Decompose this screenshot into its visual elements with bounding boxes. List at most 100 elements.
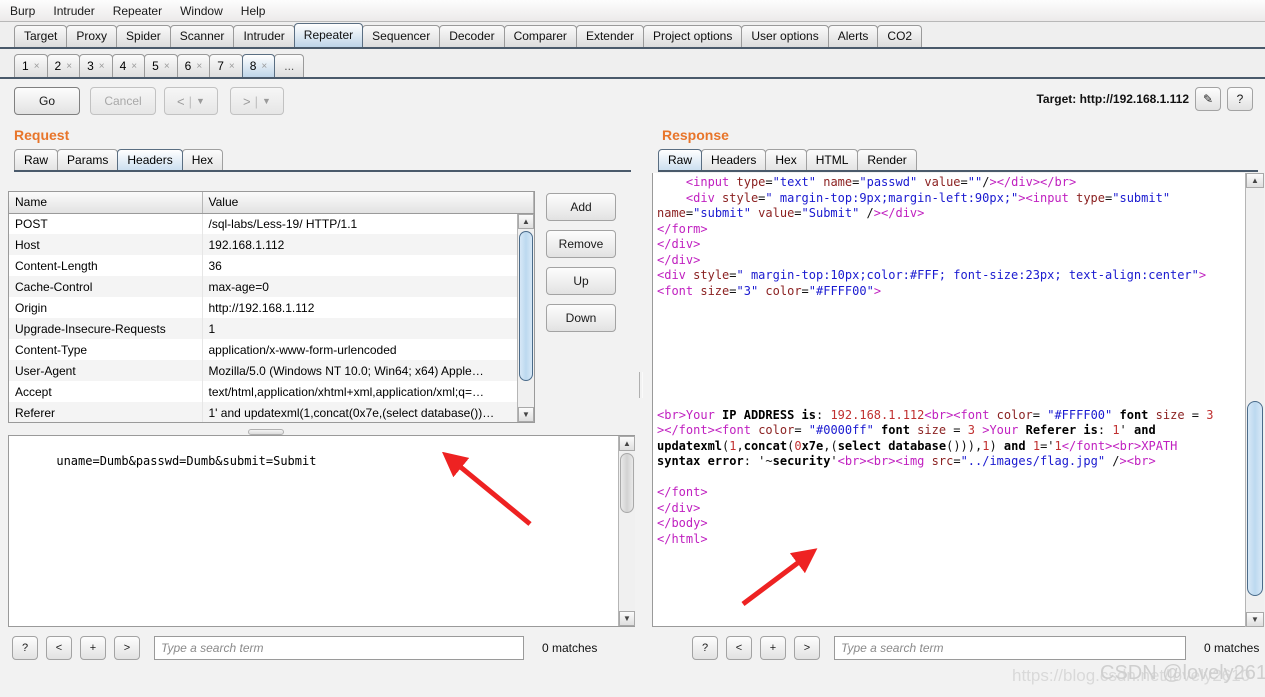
column-header-value[interactable]: Value xyxy=(202,192,534,214)
table-row[interactable]: Content-Length 36 xyxy=(9,255,534,276)
scrollbar-thumb[interactable] xyxy=(1247,401,1263,596)
response-search-prev-button[interactable]: < xyxy=(726,636,752,660)
repeater-tab-2[interactable]: 2 × xyxy=(46,54,81,77)
response-tab-headers[interactable]: Headers xyxy=(701,149,767,170)
response-body-viewer[interactable]: <input type="text" name="passwd" value="… xyxy=(652,173,1264,627)
scroll-up-icon[interactable]: ▲ xyxy=(619,436,635,451)
scrollbar-thumb[interactable] xyxy=(519,231,533,381)
tab-extender[interactable]: Extender xyxy=(575,25,644,47)
request-body-editor[interactable]: uname=Dumb&passwd=Dumb&submit=Submit xyxy=(8,435,635,627)
repeater-tab-overflow[interactable]: ... xyxy=(274,54,305,77)
response-search-add-button[interactable]: + xyxy=(760,636,786,660)
close-icon[interactable]: × xyxy=(261,61,267,72)
down-button[interactable]: Down xyxy=(546,304,616,332)
table-row[interactable]: Host 192.168.1.112 xyxy=(9,234,534,255)
burp-suite-window: Burp Intruder Repeater Window Help Targe… xyxy=(0,0,1265,697)
tab-spider[interactable]: Spider xyxy=(116,25,171,47)
tab-target[interactable]: Target xyxy=(14,25,68,47)
response-tab-hex[interactable]: Hex xyxy=(765,149,807,170)
close-icon[interactable]: × xyxy=(164,61,170,72)
scroll-up-icon[interactable]: ▲ xyxy=(1246,173,1264,188)
up-button[interactable]: Up xyxy=(546,267,616,295)
chevron-down-icon: ▼ xyxy=(196,96,205,106)
repeater-tab-7[interactable]: 7 × xyxy=(209,54,243,77)
response-tab-html[interactable]: HTML xyxy=(805,149,859,170)
table-row[interactable]: Origin http://192.168.1.112 xyxy=(9,297,534,318)
chevron-right-icon: > xyxy=(243,93,251,109)
table-row[interactable]: Referer 1' and updatexml(1,concat(0x7e,(… xyxy=(9,402,534,422)
scroll-down-icon[interactable]: ▼ xyxy=(1246,612,1264,627)
repeater-tab-1[interactable]: 1 × xyxy=(14,54,48,77)
table-row[interactable]: Cache-Control max-age=0 xyxy=(9,276,534,297)
next-request-button[interactable]: > | ▼ xyxy=(230,87,284,115)
tab-co2[interactable]: CO2 xyxy=(877,25,923,47)
column-header-name[interactable]: Name xyxy=(9,192,203,214)
menu-item-burp[interactable]: Burp xyxy=(8,3,37,19)
close-icon[interactable]: × xyxy=(196,61,202,72)
tab-scanner[interactable]: Scanner xyxy=(169,25,235,47)
previous-request-button[interactable]: < | ▼ xyxy=(164,87,218,115)
splitter-grip[interactable] xyxy=(639,372,643,398)
tab-sequencer[interactable]: Sequencer xyxy=(362,25,441,47)
header-value: 1' and updatexml(1,concat(0x7e,(select d… xyxy=(202,402,534,422)
repeater-tab-5[interactable]: 5 × xyxy=(144,54,178,77)
table-row[interactable]: User-Agent Mozilla/5.0 (Windows NT 10.0;… xyxy=(9,360,534,381)
help-icon[interactable]: ? xyxy=(1227,87,1253,111)
close-icon[interactable]: × xyxy=(99,61,105,72)
scroll-up-icon[interactable]: ▲ xyxy=(518,214,534,229)
scroll-down-icon[interactable]: ▼ xyxy=(518,407,534,422)
response-tab-raw[interactable]: Raw xyxy=(658,149,703,170)
repeater-tab-4[interactable]: 4 × xyxy=(111,54,146,77)
request-tab-hex[interactable]: Hex xyxy=(181,149,224,170)
repeater-body: Go Cancel < | ▼ > | ▼ Target: http://192… xyxy=(0,79,1265,690)
request-table-scrollbar[interactable]: ▲ ▼ xyxy=(517,214,534,422)
repeater-tab-8[interactable]: 8 × xyxy=(241,54,276,77)
tab-intruder[interactable]: Intruder xyxy=(233,25,295,47)
menu-item-intruder[interactable]: Intruder xyxy=(51,3,96,19)
request-search-help-icon[interactable]: ? xyxy=(12,636,38,660)
table-row[interactable]: Accept text/html,application/xhtml+xml,a… xyxy=(9,381,534,402)
panel-splitter[interactable] xyxy=(636,127,646,667)
menu-item-help[interactable]: Help xyxy=(239,3,268,19)
tab-comparer[interactable]: Comparer xyxy=(503,25,577,47)
tab-proxy[interactable]: Proxy xyxy=(66,25,118,47)
tab-repeater[interactable]: Repeater xyxy=(293,23,364,47)
add-button[interactable]: Add xyxy=(546,193,616,221)
table-row[interactable]: POST /sql-labs/Less-19/ HTTP/1.1 xyxy=(9,213,534,234)
close-icon[interactable]: × xyxy=(66,61,72,72)
cancel-button[interactable]: Cancel xyxy=(90,87,156,115)
pencil-icon[interactable]: ✎ xyxy=(1195,87,1221,111)
close-icon[interactable]: × xyxy=(131,61,137,72)
response-search-next-button[interactable]: > xyxy=(794,636,820,660)
repeater-tab-6[interactable]: 6 × xyxy=(176,54,211,77)
repeater-tab-label: 4 xyxy=(119,59,127,73)
table-row[interactable]: Content-Type application/x-www-form-urle… xyxy=(9,339,534,360)
menu-item-repeater[interactable]: Repeater xyxy=(111,3,164,19)
request-body-scrollbar[interactable]: ▲ ▼ xyxy=(618,436,635,626)
response-body-scrollbar[interactable]: ▲ ▼ xyxy=(1245,173,1264,627)
request-search-add-button[interactable]: + xyxy=(80,636,106,660)
request-search-next-button[interactable]: > xyxy=(114,636,140,660)
go-button[interactable]: Go xyxy=(14,87,80,115)
request-tab-headers[interactable]: Headers xyxy=(117,149,183,170)
response-search-help-icon[interactable]: ? xyxy=(692,636,718,660)
scroll-down-icon[interactable]: ▼ xyxy=(619,611,635,626)
tab-decoder[interactable]: Decoder xyxy=(439,25,505,47)
close-icon[interactable]: × xyxy=(229,61,235,72)
tab-alerts[interactable]: Alerts xyxy=(827,25,879,47)
request-search-input[interactable]: Type a search term xyxy=(154,636,524,660)
request-tab-raw[interactable]: Raw xyxy=(14,149,59,170)
remove-button[interactable]: Remove xyxy=(546,230,616,258)
close-icon[interactable]: × xyxy=(34,61,40,72)
repeater-tab-3[interactable]: 3 × xyxy=(79,54,113,77)
table-row[interactable]: Upgrade-Insecure-Requests 1 xyxy=(9,318,534,339)
response-tab-render[interactable]: Render xyxy=(857,149,917,170)
response-search-input[interactable]: Type a search term xyxy=(834,636,1186,660)
tab-user-options[interactable]: User options xyxy=(741,25,829,47)
repeater-tab-strip: 1 × 2 × 3 × 4 × 5 × 6 × 7 × 8 × ... xyxy=(0,49,1265,79)
request-search-prev-button[interactable]: < xyxy=(46,636,72,660)
request-tab-params[interactable]: Params xyxy=(57,149,119,170)
scrollbar-thumb[interactable] xyxy=(620,453,634,513)
tab-project-options[interactable]: Project options xyxy=(642,25,743,47)
menu-item-window[interactable]: Window xyxy=(178,3,225,19)
